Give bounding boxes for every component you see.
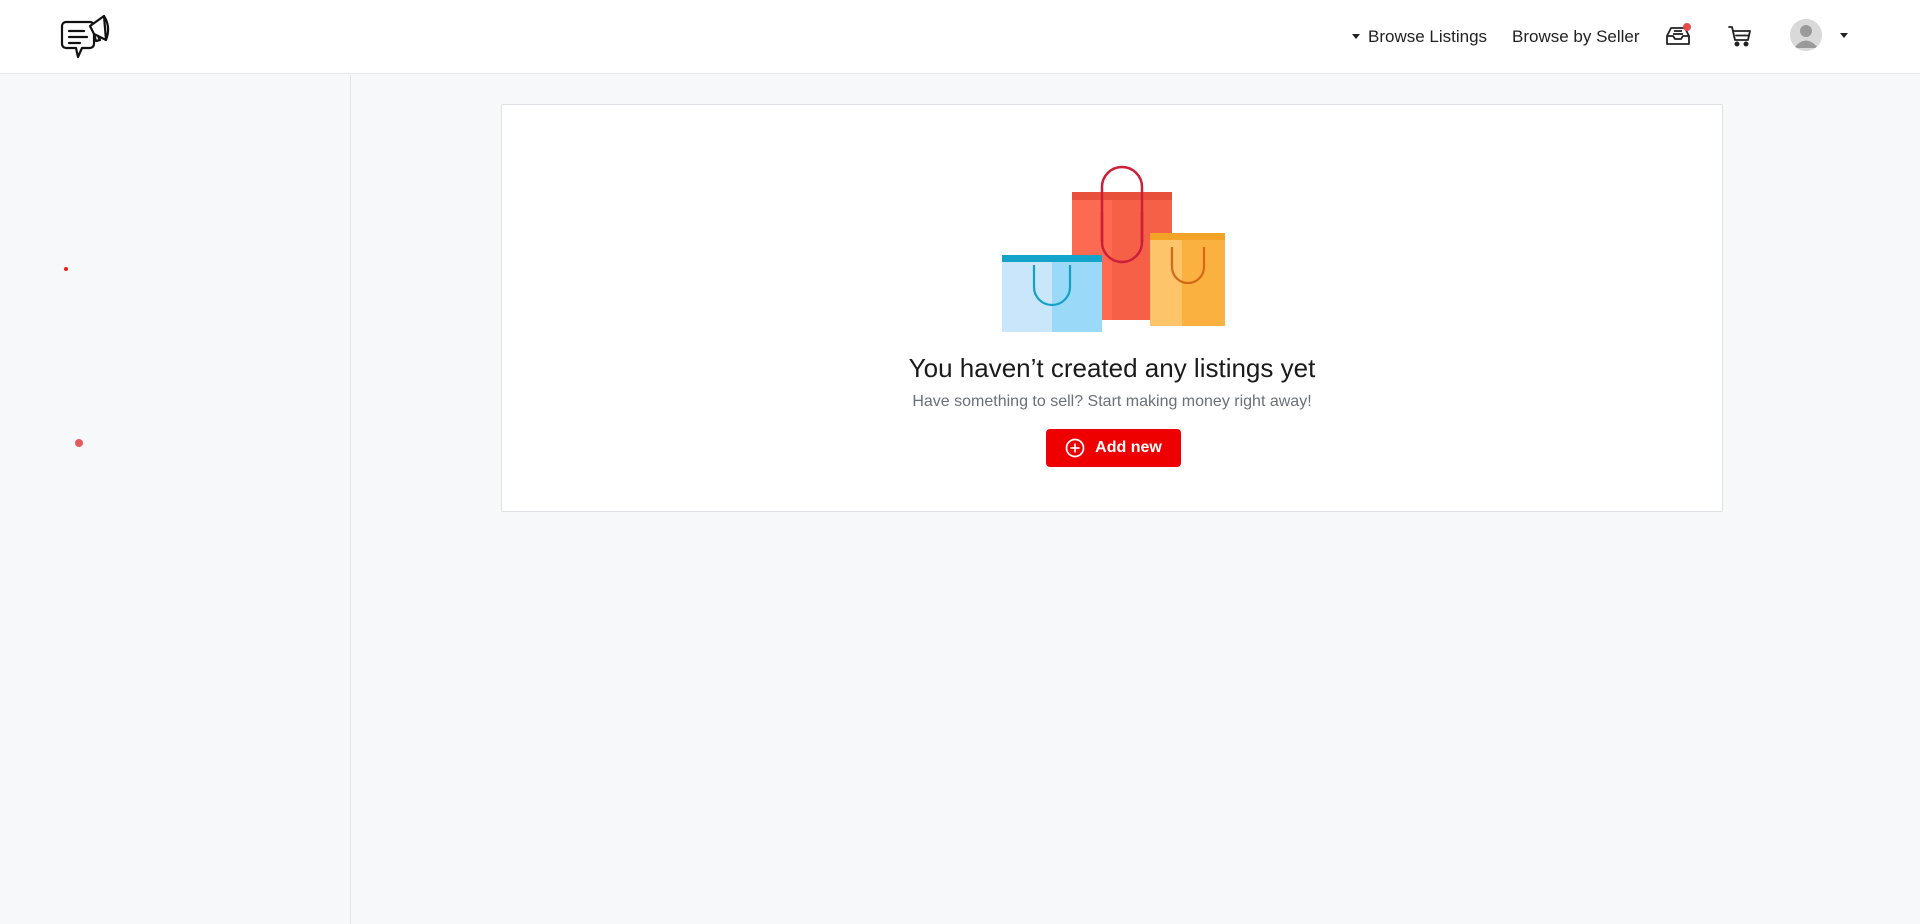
add-new-button[interactable]: Add new	[1046, 429, 1181, 467]
user-avatar[interactable]	[1790, 19, 1822, 51]
sidebar-dot	[75, 439, 83, 447]
top-navbar: Browse Listings Browse by Seller	[0, 0, 1920, 74]
sidebar-dot	[64, 267, 68, 271]
plus-circle-icon	[1065, 438, 1085, 458]
browse-listings-dropdown[interactable]: Browse Listings	[1352, 0, 1487, 74]
browse-by-seller-link[interactable]: Browse by Seller	[1512, 0, 1640, 74]
add-new-label: Add new	[1095, 439, 1162, 456]
cart-icon	[1728, 26, 1751, 47]
sidebar	[0, 75, 351, 924]
empty-state-title: You haven’t created any listings yet	[908, 353, 1316, 383]
empty-state-subtitle: Have something to sell? Start making mon…	[912, 393, 1312, 410]
cart-button[interactable]	[1724, 20, 1756, 52]
shopping-bags-illustration	[1002, 165, 1225, 332]
logo-icon[interactable]	[60, 10, 112, 64]
empty-listings-card: You haven’t created any listings yet Hav…	[501, 104, 1723, 512]
inbox-button[interactable]	[1662, 20, 1694, 52]
browse-listings-label: Browse Listings	[1368, 27, 1488, 46]
avatar-icon	[1790, 19, 1822, 51]
caret-down-icon	[1352, 33, 1360, 39]
browse-by-seller-label: Browse by Seller	[1512, 27, 1640, 46]
notification-dot	[1683, 23, 1691, 31]
chevron-down-icon[interactable]	[1840, 33, 1848, 38]
